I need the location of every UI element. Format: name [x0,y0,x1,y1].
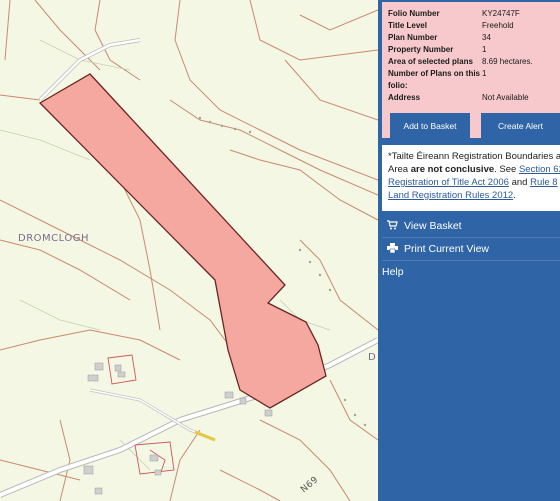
help-link[interactable]: Help [382,261,560,283]
info-row: Plan Number 34 [388,32,560,44]
disclaimer-end: . [513,190,516,201]
help-label: Help [382,266,404,278]
disclaimer-not-conclusive: are not conclusive [410,164,495,175]
info-value: 34 [482,33,491,42]
disclaimer-line1: *Tailte Éireann Registration Boundaries … [388,151,560,162]
add-to-basket-button[interactable]: Add to Basket [390,113,470,138]
disclaimer-text: *Tailte Éireann Registration Boundaries … [388,150,560,202]
info-row: Title Level Freehold [388,20,560,32]
view-basket-label: View Basket [404,220,462,232]
section-62-link[interactable]: Section 62(2) [519,164,560,175]
info-row: Number of Plans on this folio: 1 [388,68,560,92]
folio-info-table: Folio Number KY24747F Title Level Freeho… [388,8,560,104]
info-label: Folio Number [388,9,440,18]
info-value: Freehold [482,21,514,30]
registration-act-link[interactable]: Registration of Title Act 2006 [388,177,509,188]
cart-icon [384,219,400,233]
info-label: Address [388,93,421,102]
info-value: Not Available [482,93,529,102]
info-label: Plan Number [388,33,438,42]
info-label: Title Level [388,21,427,30]
disclaimer-area-prefix: Area [388,164,411,175]
print-current-view-link[interactable]: Print Current View [382,238,560,260]
print-icon [384,242,400,256]
print-view-label: Print Current View [404,243,490,255]
map-canvas[interactable]: DROMCLOGH N69 D [0,0,378,501]
map-edge-letter: D [368,352,377,363]
view-basket-link[interactable]: View Basket [382,215,560,237]
rule-8-link[interactable]: Rule 8 [530,177,557,188]
info-label: Number of Plans on this folio: [388,69,481,90]
disclaimer-see: . See [494,164,519,175]
map-drawing [0,0,378,501]
info-value: 1 [482,45,487,54]
folio-info-card: Folio Number KY24747F Title Level Freeho… [382,2,560,138]
info-value: 8.69 hectares. [482,57,533,66]
info-label: Area of selected plans [388,57,473,66]
info-row: Area of selected plans 8.69 hectares. [388,56,560,68]
townland-label: DROMCLOGH [18,233,89,244]
disclaimer-and: and [508,177,531,188]
create-alert-button[interactable]: Create Alert [481,113,560,138]
info-row: Property Number 1 [388,44,560,56]
info-value: 1 [482,69,487,78]
info-row: Address Not Available [388,92,560,104]
side-panel: Folio Number KY24747F Title Level Freeho… [378,0,560,501]
info-value: KY24747F [482,9,520,18]
info-row: Folio Number KY24747F [388,8,560,20]
disclaimer-box: *Tailte Éireann Registration Boundaries … [382,145,560,211]
info-label: Property Number [388,45,454,54]
